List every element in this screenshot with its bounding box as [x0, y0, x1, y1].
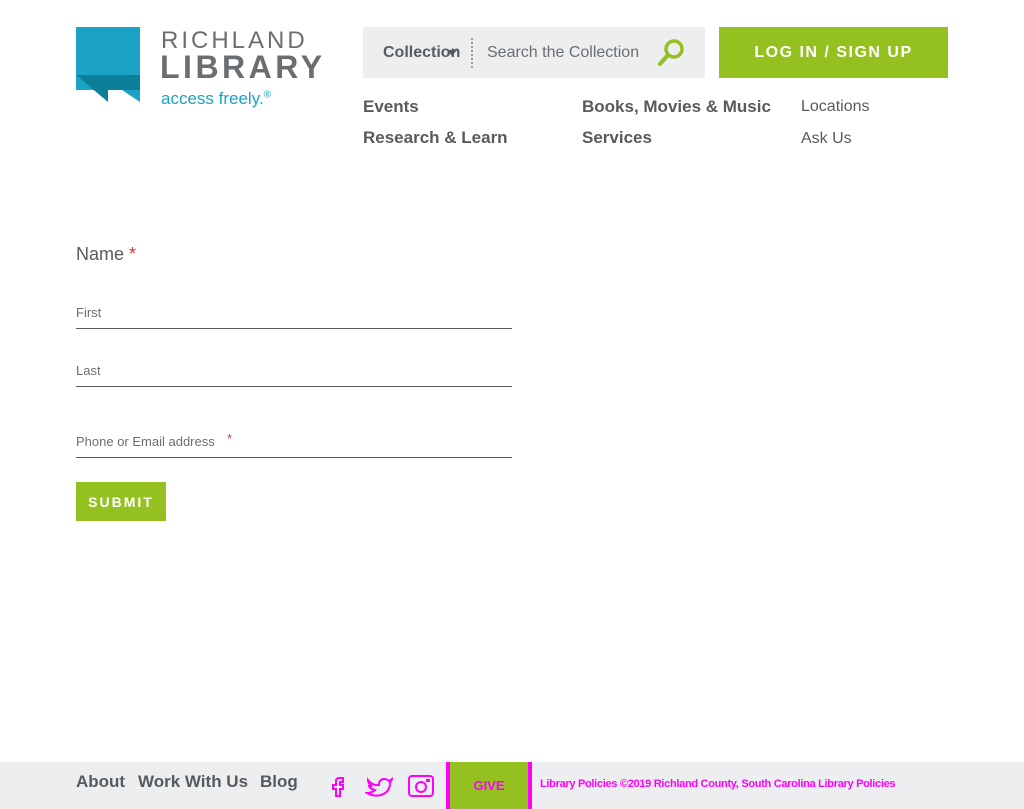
contact-field-wrapper: * [76, 431, 512, 458]
library-policies-link[interactable]: Library Policies [540, 778, 617, 790]
site-footer: About Work With Us Blog GIVE Library Pol… [0, 762, 1024, 809]
registered-mark: ® [263, 89, 272, 101]
search-input[interactable] [479, 37, 665, 69]
twitter-icon[interactable] [365, 774, 393, 798]
name-label: Name * [76, 244, 137, 264]
nav-research-learn[interactable]: Research & Learn [363, 128, 508, 148]
caret-down-icon[interactable] [447, 50, 457, 56]
login-signup-button[interactable]: LOG IN / SIGN UP [719, 27, 948, 78]
last-name-input[interactable] [76, 363, 512, 386]
submit-button[interactable]: SUBMIT [76, 482, 166, 521]
search-bar: Collection [363, 27, 705, 78]
first-name-field-wrapper [76, 304, 512, 329]
last-name-field-wrapper [76, 362, 512, 387]
footer-link-blog[interactable]: Blog [260, 772, 298, 792]
library-policies-link-secondary[interactable]: Library Policies [818, 778, 895, 790]
facebook-icon[interactable] [325, 774, 349, 798]
required-marker: * [129, 244, 137, 264]
required-marker: * [227, 431, 233, 446]
copyright-text: ©2019 Richland County, South Carolina [619, 778, 816, 790]
logo-tagline: access freely.® [161, 89, 272, 108]
footer-legal: Library Policies ©2019 Richland County, … [540, 778, 896, 790]
instagram-icon[interactable] [407, 774, 435, 798]
nav-events[interactable]: Events [363, 97, 419, 117]
nav-services[interactable]: Services [582, 128, 652, 148]
contact-form: Name * * SUBMIT [76, 244, 512, 521]
footer-link-work-with-us[interactable]: Work With Us [138, 772, 248, 792]
phone-email-input[interactable] [76, 434, 512, 457]
search-divider [471, 38, 473, 68]
nav-locations[interactable]: Locations [801, 98, 870, 116]
first-name-input[interactable] [76, 305, 512, 328]
richland-library-logo[interactable]: RICHLAND LIBRARY access freely.® [76, 27, 326, 117]
give-button[interactable]: GIVE [446, 762, 532, 809]
search-icon[interactable] [653, 35, 689, 71]
nav-books-movies-music[interactable]: Books, Movies & Music [582, 97, 771, 117]
library-logo-icon [76, 27, 140, 102]
footer-link-about[interactable]: About [76, 772, 125, 792]
logo-name-line2: LIBRARY [160, 49, 326, 85]
nav-ask-us[interactable]: Ask Us [801, 130, 852, 148]
